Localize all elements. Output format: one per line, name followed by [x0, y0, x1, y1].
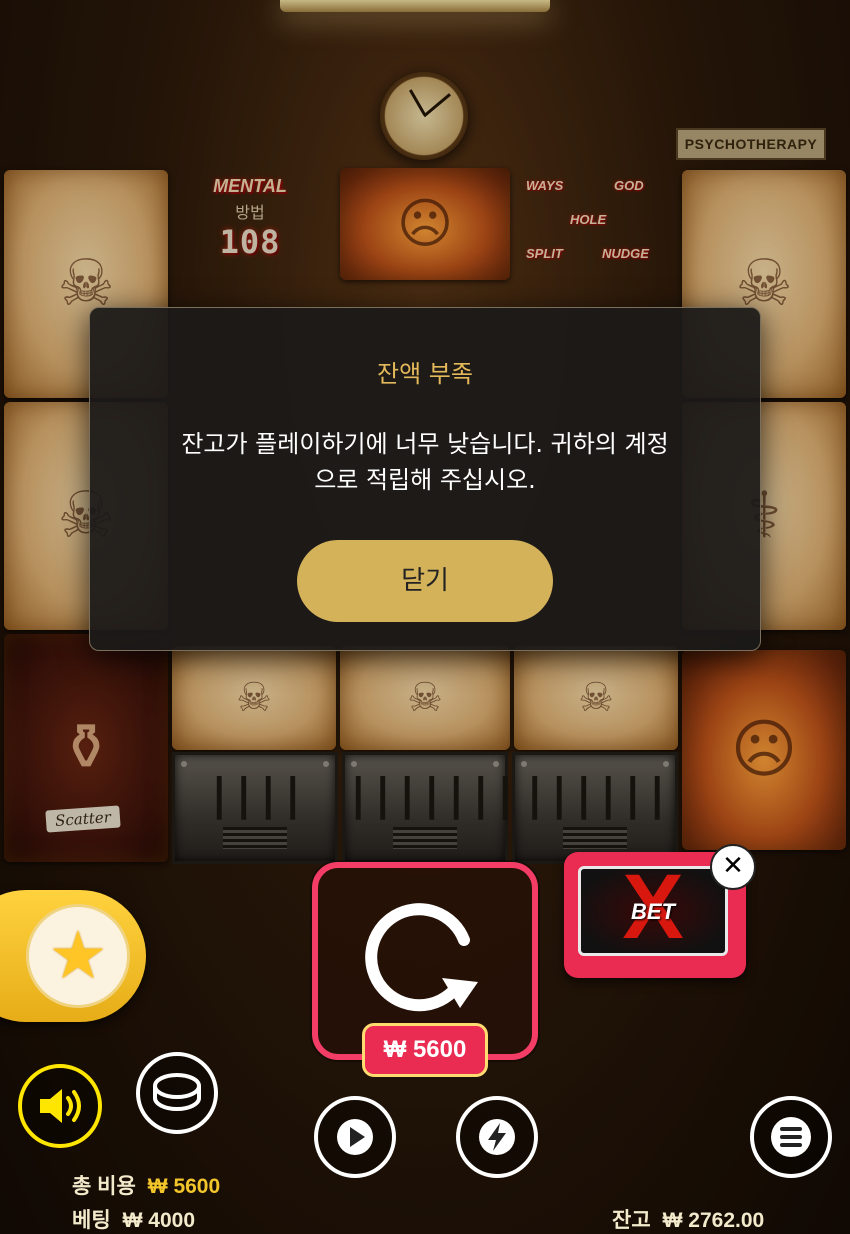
- ways-subtitle: 방법: [235, 203, 265, 222]
- dialog-close-button[interactable]: 닫기: [297, 540, 553, 622]
- reel-symbol-bones: ☠: [514, 646, 678, 750]
- reel-symbol-caged-patient: ☹: [682, 650, 846, 850]
- speaker-icon: [40, 1089, 81, 1123]
- coin-icon: [153, 1073, 201, 1111]
- bet-value: ₩ 4000: [122, 1209, 196, 1232]
- wall-clock: [380, 72, 468, 160]
- mental-logo: MENTAL: [213, 176, 287, 196]
- lightning-icon: [479, 1119, 515, 1155]
- close-icon[interactable]: ✕: [710, 844, 756, 890]
- reel-symbol-bones: ☠: [172, 646, 336, 750]
- dialog-message-line-1: 잔고가 플레이하기에 너무 낮습니다. 귀하의 계정: [181, 430, 669, 458]
- feature-split: SPLIT: [526, 246, 563, 261]
- total-cost: 총 비용 ₩ 5600: [72, 1170, 220, 1200]
- spin-arrow-icon: [365, 903, 478, 1012]
- coin-button[interactable]: [136, 1052, 218, 1134]
- menu-button[interactable]: [750, 1096, 832, 1178]
- total-cost-label: 총 비용: [72, 1175, 136, 1198]
- feature-hole: HOLE: [570, 212, 607, 227]
- dialog-message: 잔고가 플레이하기에 너무 낮습니다. 귀하의 계정 으로 적립해 주십시오.: [130, 426, 720, 498]
- reel-symbol-bones: ☠: [340, 646, 510, 750]
- menu-icon: [771, 1117, 811, 1157]
- ceiling-light: [280, 0, 550, 12]
- bet-label: 베팅: [72, 1209, 111, 1232]
- tally-marks: |||||||: [345, 769, 518, 820]
- balance-label: 잔고: [612, 1209, 651, 1232]
- tally-counter-2: |||||||: [342, 752, 518, 864]
- feature-god: GOD: [614, 178, 644, 193]
- ways-count: 108: [219, 223, 281, 261]
- tally-counter-1: ||||: [172, 752, 338, 864]
- bet-amount: 베팅 ₩ 4000: [72, 1204, 195, 1234]
- dialog-message-line-2: 으로 적립해 주십시오.: [314, 466, 536, 494]
- dialog-title: 잔액 부족: [377, 360, 473, 388]
- feature-panel: WAYS GOD HOLE SPLIT NUDGE: [520, 168, 676, 278]
- psychotherapy-sign: PSYCHOTHERAPY: [676, 128, 826, 160]
- favorite-button[interactable]: ★: [0, 890, 146, 1022]
- bet-x-label: BET: [631, 899, 675, 924]
- sound-button[interactable]: [18, 1064, 102, 1148]
- turbo-button[interactable]: [456, 1096, 538, 1178]
- play-icon: [337, 1119, 373, 1155]
- balance: 잔고 ₩ 2762.00: [612, 1204, 764, 1234]
- autoplay-button[interactable]: [314, 1096, 396, 1178]
- total-cost-value: ₩ 5600: [147, 1175, 221, 1198]
- tally-counter-3: ||||||: [512, 752, 678, 864]
- reel-symbol-bandaged-woman: ☹: [340, 168, 510, 280]
- balance-value: ₩ 2762.00: [662, 1209, 765, 1232]
- star-icon: ★: [26, 904, 130, 1008]
- tally-marks: ||||: [206, 769, 306, 820]
- tally-marks: ||||||: [521, 769, 671, 820]
- spin-cost-badge: ₩ 5600: [362, 1023, 488, 1077]
- feature-ways: WAYS: [526, 178, 564, 193]
- mental-ways-panel: MENTAL 방법 108: [180, 170, 320, 280]
- feature-nudge: NUDGE: [602, 246, 649, 261]
- insufficient-balance-dialog: 잔액 부족 잔고가 플레이하기에 너무 낮습니다. 귀하의 계정 으로 적립해 …: [89, 307, 761, 651]
